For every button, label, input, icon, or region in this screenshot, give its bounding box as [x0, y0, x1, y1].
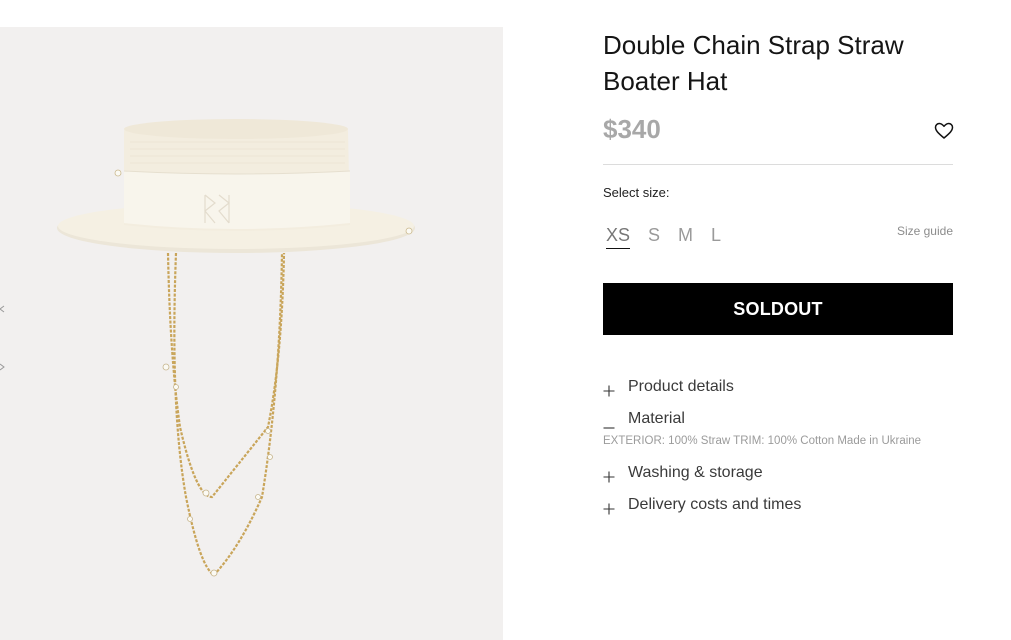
accordion-material[interactable]: Material [603, 409, 953, 431]
product-image-panel[interactable] [0, 27, 503, 640]
size-option-s[interactable]: S [648, 224, 660, 249]
product-price: $340 [603, 114, 661, 144]
plus-icon [603, 384, 615, 397]
size-option-m[interactable]: M [678, 224, 693, 249]
accordion-label: Material [628, 410, 685, 427]
plus-icon [603, 470, 615, 483]
material-details-text: EXTERIOR: 100% Straw TRIM: 100% Cotton M… [603, 435, 922, 447]
product-title: Double Chain Strap Straw Boater Hat [603, 30, 904, 96]
plus-icon [603, 502, 615, 515]
product-page: Double Chain Strap Straw Boater Hat $340… [0, 0, 1011, 640]
accordion-label: Product details [628, 378, 734, 395]
accordion-product-details[interactable]: Product details [603, 377, 953, 399]
size-guide-link[interactable]: Size guide [897, 223, 953, 239]
minus-icon [603, 416, 615, 429]
heart-outline-icon[interactable] [934, 122, 954, 140]
accordion-label: Delivery costs and times [628, 496, 802, 513]
accordion-delivery[interactable]: Delivery costs and times [603, 495, 953, 517]
size-option-xs[interactable]: XS [606, 224, 631, 249]
size-option-l[interactable]: L [711, 224, 721, 249]
soldout-button[interactable]: SOLDOUT [603, 283, 953, 335]
size-options: XS S M L [606, 224, 739, 249]
gallery-next-icon[interactable] [0, 363, 6, 371]
price-divider [603, 164, 953, 165]
accordion-washing-storage[interactable]: Washing & storage [603, 463, 953, 485]
accordion-label: Washing & storage [628, 464, 763, 481]
size-selector-label: Select size: [603, 185, 670, 200]
product-image [57, 119, 415, 577]
gallery-prev-icon[interactable] [0, 305, 6, 313]
